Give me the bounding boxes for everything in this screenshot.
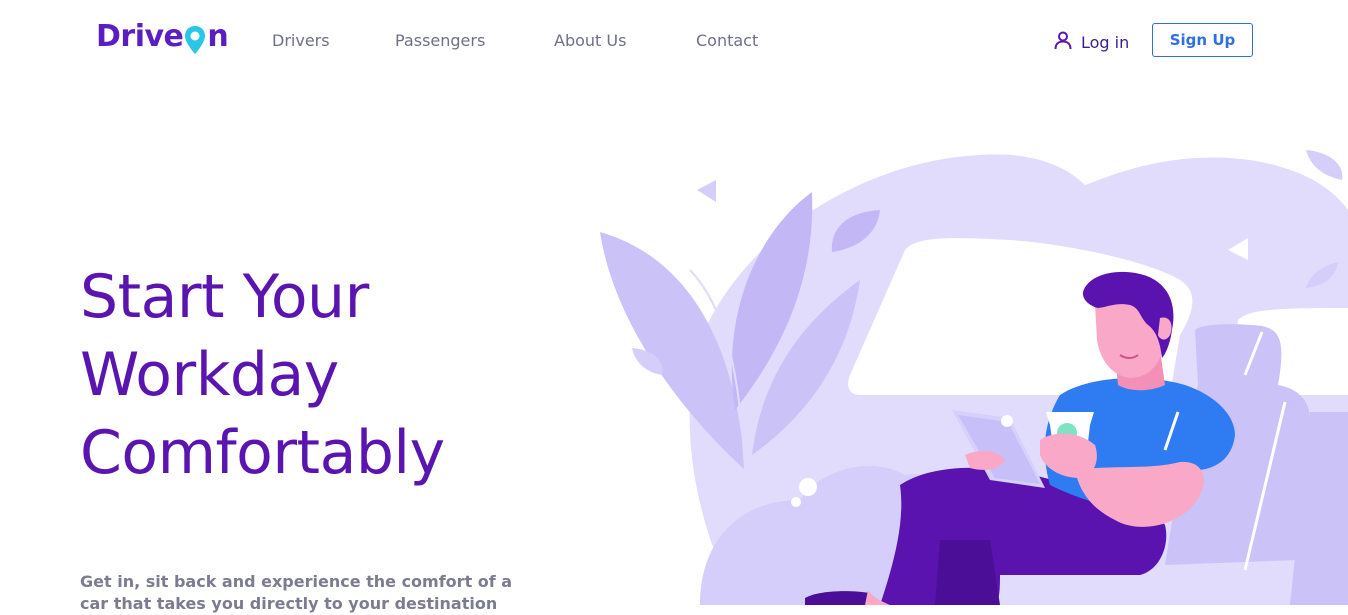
hero-title-line-3: Comfortably xyxy=(80,418,445,488)
nav-link-drivers[interactable]: Drivers xyxy=(272,31,330,50)
site-header: Drive n Drivers Passengers About Us Cont… xyxy=(0,0,1348,84)
nav-link-passengers[interactable]: Passengers xyxy=(395,31,485,50)
nav-link-about-us[interactable]: About Us xyxy=(554,31,626,50)
hero-title-line-1: Start Your xyxy=(80,262,369,332)
signup-button[interactable]: Sign Up xyxy=(1152,23,1253,57)
user-icon xyxy=(1053,30,1073,54)
hero-title-line-2: Workday xyxy=(80,340,339,410)
logo[interactable]: Drive n xyxy=(96,19,229,55)
hero-illustration xyxy=(590,140,1348,605)
nav-link-contact[interactable]: Contact xyxy=(696,31,758,50)
logo-text-part1: Drive xyxy=(96,19,184,54)
hero-title: Start Your Workday Comfortably xyxy=(80,258,445,492)
hero-description: Get in, sit back and experience the comf… xyxy=(80,572,513,613)
login-label: Log in xyxy=(1081,32,1130,52)
location-pin-icon xyxy=(184,25,206,55)
login-link[interactable]: Log in xyxy=(1053,30,1129,54)
logo-text-part2: n xyxy=(207,19,229,54)
